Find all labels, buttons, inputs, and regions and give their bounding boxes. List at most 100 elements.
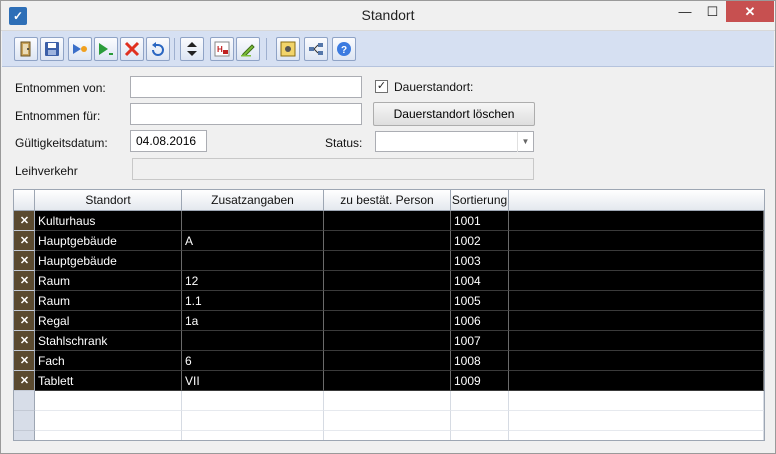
cell-filler[interactable] — [509, 251, 764, 271]
cell-zusatzangaben[interactable] — [182, 211, 324, 231]
exit-button[interactable] — [14, 37, 38, 61]
save-button[interactable] — [40, 37, 64, 61]
cell-filler[interactable] — [509, 231, 764, 251]
network-button[interactable] — [304, 37, 328, 61]
dauerstandort-loeschen-button[interactable]: Dauerstandort löschen — [373, 102, 535, 126]
cell-person[interactable] — [324, 291, 451, 311]
close-button[interactable]: ✕ — [726, 1, 774, 22]
cell-zusatzangaben[interactable]: 1.1 — [182, 291, 324, 311]
cell-sortierung[interactable]: 1007 — [451, 331, 509, 351]
cell-sortierung[interactable] — [451, 431, 509, 440]
row-delete-icon[interactable]: ✕ — [18, 255, 31, 267]
cell-standort[interactable] — [35, 391, 182, 411]
empty-table-row[interactable] — [14, 411, 764, 431]
cell-person[interactable] — [324, 231, 451, 251]
cell-filler[interactable] — [509, 411, 764, 431]
column-header-zusatzangaben[interactable]: Zusatzangaben — [182, 190, 324, 210]
cell-standort[interactable] — [35, 411, 182, 431]
cell-person[interactable] — [324, 411, 451, 431]
undo-button[interactable] — [146, 37, 170, 61]
cell-filler[interactable] — [509, 391, 764, 411]
status-select[interactable]: ▼ — [375, 131, 534, 152]
cell-sortierung[interactable]: 1002 — [451, 231, 509, 251]
cell-sortierung[interactable] — [451, 391, 509, 411]
cell-person[interactable] — [324, 351, 451, 371]
cell-sortierung[interactable]: 1004 — [451, 271, 509, 291]
cell-standort[interactable]: Fach — [35, 351, 182, 371]
cell-filler[interactable] — [509, 211, 764, 231]
dauerstandort-checkbox[interactable]: ✓ — [375, 80, 388, 93]
cell-zusatzangaben[interactable]: 1a — [182, 311, 324, 331]
table-row[interactable]: ✕ Hauptgebäude A 1002 — [14, 231, 764, 251]
help-button[interactable]: ? — [332, 37, 356, 61]
cell-sortierung[interactable]: 1009 — [451, 371, 509, 391]
cell-person[interactable] — [324, 211, 451, 231]
cell-sortierung[interactable]: 1003 — [451, 251, 509, 271]
row-delete-icon[interactable]: ✕ — [18, 315, 31, 327]
row-selector[interactable]: ✕ — [14, 251, 35, 271]
move-up-down-button[interactable] — [180, 37, 204, 61]
cell-filler[interactable] — [509, 271, 764, 291]
cell-standort[interactable]: Regal — [35, 311, 182, 331]
column-header-standort[interactable]: Standort — [35, 190, 182, 210]
cell-sortierung[interactable]: 1005 — [451, 291, 509, 311]
edit-button[interactable] — [236, 37, 260, 61]
empty-table-row[interactable] — [14, 431, 764, 440]
cell-person[interactable] — [324, 371, 451, 391]
row-delete-icon[interactable]: ✕ — [18, 215, 31, 227]
table-row[interactable]: ✕ Hauptgebäude 1003 — [14, 251, 764, 271]
cell-person[interactable] — [324, 331, 451, 351]
cell-sortierung[interactable]: 1008 — [451, 351, 509, 371]
row-delete-icon[interactable]: ✕ — [18, 295, 31, 307]
row-selector[interactable]: ✕ — [14, 311, 35, 331]
cell-standort[interactable] — [35, 431, 182, 440]
row-selector[interactable]: ✕ — [14, 231, 35, 251]
cell-filler[interactable] — [509, 311, 764, 331]
table-row[interactable]: ✕ Raum 12 1004 — [14, 271, 764, 291]
cell-person[interactable] — [324, 311, 451, 331]
row-delete-icon[interactable]: ✕ — [18, 335, 31, 347]
cell-zusatzangaben[interactable]: A — [182, 231, 324, 251]
cell-filler[interactable] — [509, 291, 764, 311]
cell-sortierung[interactable]: 1001 — [451, 211, 509, 231]
minimize-button[interactable]: — — [671, 1, 699, 22]
chevron-down-icon[interactable]: ▼ — [517, 132, 533, 152]
cell-person[interactable] — [324, 251, 451, 271]
cell-zusatzangaben[interactable]: VII — [182, 371, 324, 391]
cell-zusatzangaben[interactable] — [182, 251, 324, 271]
cell-standort[interactable]: Stahlschrank — [35, 331, 182, 351]
hl-button[interactable]: H — [210, 37, 234, 61]
cell-filler[interactable] — [509, 431, 764, 440]
row-selector[interactable] — [14, 431, 35, 440]
table-row[interactable]: ✕ Stahlschrank 1007 — [14, 331, 764, 351]
row-selector[interactable]: ✕ — [14, 271, 35, 291]
table-row[interactable]: ✕ Raum 1.1 1005 — [14, 291, 764, 311]
row-selector[interactable] — [14, 411, 35, 431]
cell-filler[interactable] — [509, 331, 764, 351]
cell-standort[interactable]: Hauptgebäude — [35, 251, 182, 271]
run-button[interactable] — [94, 37, 118, 61]
cell-sortierung[interactable]: 1006 — [451, 311, 509, 331]
delete-button[interactable] — [120, 37, 144, 61]
cell-filler[interactable] — [509, 351, 764, 371]
table-row[interactable]: ✕ Kulturhaus 1001 — [14, 211, 764, 231]
row-selector[interactable]: ✕ — [14, 331, 35, 351]
cell-person[interactable] — [324, 431, 451, 440]
row-selector[interactable] — [14, 391, 35, 411]
cell-person[interactable] — [324, 271, 451, 291]
cell-zusatzangaben[interactable]: 6 — [182, 351, 324, 371]
cell-standort[interactable]: Tablett — [35, 371, 182, 391]
cell-standort[interactable]: Raum — [35, 271, 182, 291]
cell-zusatzangaben[interactable] — [182, 391, 324, 411]
row-delete-icon[interactable]: ✕ — [18, 355, 31, 367]
maximize-button[interactable]: ☐ — [699, 1, 726, 22]
gueltigkeitsdatum-input[interactable]: 04.08.2016 — [130, 130, 207, 152]
cell-standort[interactable]: Raum — [35, 291, 182, 311]
row-selector[interactable]: ✕ — [14, 371, 35, 391]
row-delete-icon[interactable]: ✕ — [18, 235, 31, 247]
cell-filler[interactable] — [509, 371, 764, 391]
table-row[interactable]: ✕ Tablett VII 1009 — [14, 371, 764, 391]
row-selector[interactable]: ✕ — [14, 211, 35, 231]
forward-button[interactable] — [68, 37, 92, 61]
entnommen-fuer-input[interactable] — [130, 103, 362, 125]
